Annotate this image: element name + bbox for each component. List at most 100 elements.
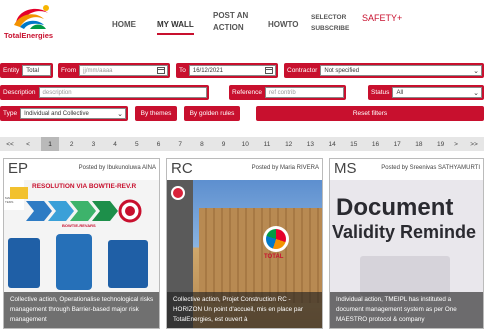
calendar-icon[interactable] xyxy=(265,67,273,74)
chevron-down-icon: ⌄ xyxy=(117,111,123,118)
card-image: MANAGEMENT TEMS RESOLUTION VIA BOWTIE-RE… xyxy=(4,180,159,328)
contribution-card[interactable]: MS Posted by Sreenivas SATHYAMURTI Docum… xyxy=(329,158,484,329)
card-abbreviation: EP xyxy=(8,160,29,177)
card-abbreviation: MS xyxy=(334,160,357,177)
page-number-button[interactable]: 17 xyxy=(388,137,406,151)
status-select[interactable]: All ⌄ xyxy=(392,87,482,98)
image-sign-text: TOTAL xyxy=(264,254,284,260)
reference-filter: Reference ref contrib xyxy=(229,85,346,100)
card-posted-by: Posted by Sreenivas SATHYAMURTI xyxy=(381,165,480,171)
image-sign-disc xyxy=(263,226,289,252)
nav-subscribe-label: SUBSCRIBE xyxy=(311,25,350,32)
contractor-value: Not specified xyxy=(324,67,360,74)
page-number-button[interactable]: 6 xyxy=(150,137,168,151)
image-block-mid xyxy=(56,234,92,290)
nav-selector-subscribe[interactable]: SELECTOR SUBSCRIBE xyxy=(311,13,349,33)
description-filter: Description description xyxy=(0,85,209,100)
header: TotalEnergies HOME MY WALL POST AN ACTIO… xyxy=(0,0,484,46)
status-label: Status xyxy=(371,89,390,96)
card-caption: Collective action, Projet Construction R… xyxy=(167,292,322,328)
nav-post-an-action[interactable]: POST AN ACTION xyxy=(213,11,248,33)
total-logo-icon xyxy=(266,229,286,249)
contribution-card[interactable]: EP Posted by Ibukunoluwa AINA MANAGEMENT… xyxy=(3,158,160,329)
card-posted-by: Posted by Ibukunoluwa AINA xyxy=(78,165,156,171)
image-title-text: RESOLUTION VIA BOWTIE-REV.R xyxy=(32,183,137,190)
image-block-right xyxy=(108,240,148,288)
card-caption: Individual action, TMEIPL has instituted… xyxy=(330,292,483,328)
page-number-button[interactable]: 10 xyxy=(236,137,254,151)
nav-howto[interactable]: HOWTO xyxy=(268,20,299,30)
page-number-button[interactable]: 9 xyxy=(215,137,233,151)
card-image: Document Validity Reminde Individual act… xyxy=(330,180,483,328)
first-page-button[interactable]: << xyxy=(3,137,17,151)
image-wooden-building xyxy=(199,208,322,303)
card-abbreviation: RC xyxy=(171,160,193,177)
totalenergies-logo[interactable]: TotalEnergies xyxy=(4,3,60,41)
page-number-button[interactable]: 18 xyxy=(410,137,428,151)
nav-action-label: ACTION xyxy=(213,23,244,32)
image-block-left xyxy=(8,238,40,288)
entity-input[interactable]: Total xyxy=(22,65,51,76)
description-label: Description xyxy=(3,89,36,96)
from-date-input[interactable]: jj/mm/aaaa xyxy=(79,65,168,76)
entity-filter: Entity Total xyxy=(0,63,53,78)
image-headline-1: Document xyxy=(336,194,454,221)
page-number-button[interactable]: 7 xyxy=(171,137,189,151)
page-number-button[interactable]: 8 xyxy=(193,137,211,151)
page-number-button[interactable]: 16 xyxy=(367,137,385,151)
from-date-placeholder: jj/mm/aaaa xyxy=(83,67,113,74)
page-number-button[interactable]: 1 xyxy=(41,137,59,151)
chevron-down-icon: ⌄ xyxy=(473,90,479,97)
image-device xyxy=(360,256,450,296)
contractor-select[interactable]: Not specified ⌄ xyxy=(320,65,482,76)
to-label: To xyxy=(179,67,186,74)
contractor-filter: Contractor Not specified ⌄ xyxy=(284,63,484,78)
type-select[interactable]: Individual and Collective ⌄ xyxy=(20,108,126,119)
logo-icon xyxy=(14,5,49,29)
type-value: Individual and Collective xyxy=(24,110,89,117)
last-page-button[interactable]: >> xyxy=(467,137,481,151)
nav-post-an-label: POST AN xyxy=(213,11,249,20)
from-filter: From jj/mm/aaaa xyxy=(58,63,170,78)
by-themes-button[interactable]: By themes xyxy=(135,106,177,121)
calendar-icon[interactable] xyxy=(157,67,165,74)
reset-filters-button[interactable]: Reset filters xyxy=(256,106,484,121)
contribution-card[interactable]: RC Posted by Maria RIVERA TOTAL Collecti… xyxy=(166,158,323,329)
card-posted-by: Posted by Maria RIVERA xyxy=(251,165,319,171)
page-number-button[interactable]: 4 xyxy=(106,137,124,151)
page-number-button[interactable]: 2 xyxy=(63,137,81,151)
status-filter: Status All ⌄ xyxy=(368,85,484,100)
page-number-button[interactable]: 13 xyxy=(301,137,319,151)
status-value: All xyxy=(396,89,404,96)
nav-my-wall[interactable]: MY WALL xyxy=(157,20,194,35)
from-label: From xyxy=(61,67,77,74)
description-input[interactable]: description xyxy=(38,87,207,98)
logo-text: TotalEnergies xyxy=(4,31,54,40)
pagination: << < 1 2 3 4 5 6 7 8 9 10 11 12 13 14 15 16 17 18 19 > >> xyxy=(0,137,484,151)
page-number-button[interactable]: 19 xyxy=(432,137,450,151)
reference-label: Reference xyxy=(232,89,262,96)
image-subtitle-text: BOWTIE-REVARS xyxy=(62,223,96,228)
next-page-button[interactable]: > xyxy=(450,137,462,151)
chevron-down-icon: ⌄ xyxy=(473,68,479,75)
to-filter: To 16/12/2021 xyxy=(176,63,278,78)
card-image: TOTAL Collective action, Projet Construc… xyxy=(167,180,322,328)
page-number-button[interactable]: 14 xyxy=(323,137,341,151)
nav-home[interactable]: HOME xyxy=(112,20,136,30)
reference-input[interactable]: ref contrib xyxy=(265,87,344,98)
to-date-value: 16/12/2021 xyxy=(192,67,223,74)
prev-page-button[interactable]: < xyxy=(21,137,35,151)
image-emblem xyxy=(171,186,185,200)
nav-selector-label: SELECTOR xyxy=(311,14,347,21)
card-caption: Collective action, Operationalise techno… xyxy=(4,292,159,328)
nav-safety-plus[interactable]: SAFETY+ xyxy=(362,13,402,23)
by-golden-rules-button[interactable]: By golden rules xyxy=(184,106,240,121)
page-number-button[interactable]: 5 xyxy=(128,137,146,151)
page-number-button[interactable]: 12 xyxy=(280,137,298,151)
to-date-input[interactable]: 16/12/2021 xyxy=(188,65,276,76)
type-filter: Type Individual and Collective ⌄ xyxy=(0,106,128,121)
page-number-button[interactable]: 3 xyxy=(84,137,102,151)
page-number-button[interactable]: 11 xyxy=(258,137,276,151)
page-number-button[interactable]: 15 xyxy=(345,137,363,151)
entity-label: Entity xyxy=(3,67,20,74)
